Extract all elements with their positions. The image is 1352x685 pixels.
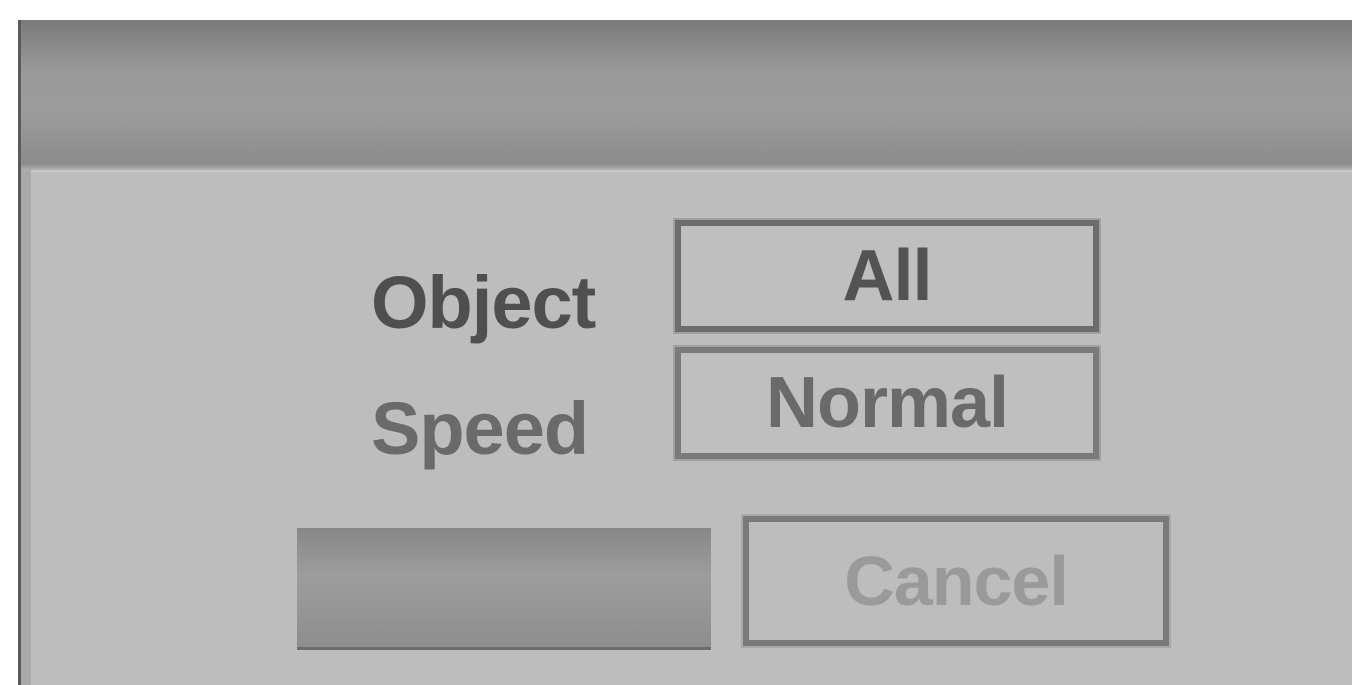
cancel-button[interactable]: Cancel	[741, 514, 1171, 648]
speed-label: Speed	[371, 387, 589, 470]
object-label: Object	[371, 261, 596, 344]
dialog-title-bar	[21, 20, 1352, 170]
object-selector[interactable]: All	[673, 218, 1101, 334]
screen: Object All Speed Normal Cancel	[0, 0, 1352, 685]
ok-button[interactable]	[297, 528, 711, 650]
speed-selector[interactable]: Normal	[673, 345, 1101, 461]
settings-dialog: Object All Speed Normal Cancel	[18, 20, 1352, 685]
dialog-body: Object All Speed Normal Cancel	[31, 170, 1352, 685]
